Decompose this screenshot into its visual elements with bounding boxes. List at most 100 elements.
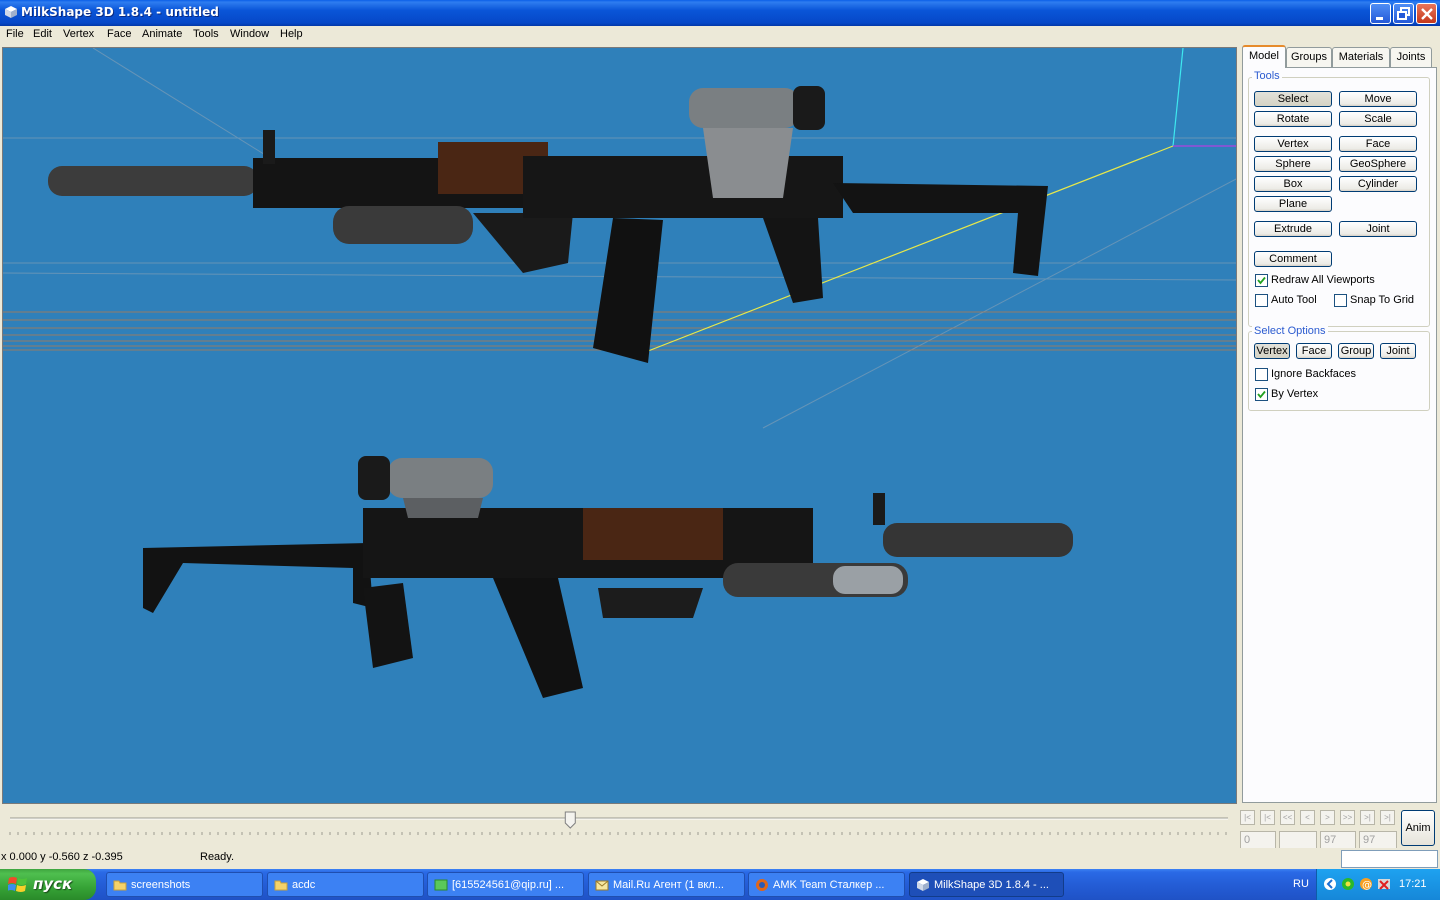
tab-materials[interactable]: Materials	[1332, 47, 1390, 67]
select-group-button[interactable]: Group	[1338, 343, 1374, 359]
next-frame-icon: >	[1325, 813, 1330, 822]
anim-button[interactable]: Anim	[1401, 810, 1435, 846]
windows-logo-icon	[8, 877, 27, 892]
status-message: Ready.	[200, 851, 235, 863]
select-button[interactable]: Select	[1254, 91, 1332, 107]
checkmark-icon	[1257, 276, 1266, 285]
last-frame-button[interactable]: >|	[1380, 810, 1395, 825]
start-label: пуск	[33, 875, 73, 893]
first-frame-button[interactable]: |<	[1240, 810, 1255, 825]
scale-button[interactable]: Scale	[1339, 111, 1417, 127]
auto-tool-checkbox[interactable]	[1255, 294, 1268, 307]
redraw-all-checkbox[interactable]	[1255, 274, 1268, 287]
tools-group-label: Tools	[1252, 70, 1282, 82]
mailru-at-icon[interactable]: @	[1359, 877, 1373, 891]
face-button[interactable]: Face	[1339, 136, 1417, 152]
box-button[interactable]: Box	[1254, 176, 1332, 192]
menu-file[interactable]: File	[6, 28, 24, 40]
menu-animate[interactable]: Animate	[142, 28, 182, 40]
extrude-button[interactable]: Extrude	[1254, 221, 1332, 237]
cylinder-button[interactable]: Cylinder	[1339, 176, 1417, 192]
fast-forward-button[interactable]: >>	[1340, 810, 1355, 825]
tool-panel: Model Groups Materials Joints Tools Sele…	[1240, 45, 1440, 805]
task-label: MilkShape 3D 1.8.4 - ...	[934, 879, 1049, 891]
network-error-icon[interactable]	[1377, 877, 1391, 891]
task-acdc[interactable]: acdc	[267, 872, 424, 897]
task-firefox[interactable]: AMK Team Сталкер ...	[748, 872, 905, 897]
menu-edit[interactable]: Edit	[33, 28, 52, 40]
timeline-slider-track[interactable]	[0, 806, 1240, 846]
by-vertex-checkbox[interactable]	[1255, 388, 1268, 401]
menu-vertex[interactable]: Vertex	[63, 28, 94, 40]
select-vertex-button[interactable]: Vertex	[1254, 343, 1290, 359]
start-button[interactable]: пуск	[0, 869, 96, 900]
by-vertex-label: By Vertex	[1271, 388, 1319, 400]
svg-text:@: @	[1362, 880, 1372, 891]
checkmark-icon	[1257, 390, 1266, 399]
restore-icon	[1397, 7, 1410, 20]
model-tab-body: Tools Select Move Rotate Scale Vertex Fa…	[1242, 67, 1437, 803]
icq-flower-icon[interactable]	[1341, 877, 1355, 891]
task-screenshots[interactable]: screenshots	[106, 872, 263, 897]
menu-help[interactable]: Help	[280, 28, 303, 40]
folder-icon	[274, 880, 288, 891]
status-bar: x 0.000 y -0.560 z -0.395 Ready.	[0, 848, 1440, 869]
menu-window[interactable]: Window	[230, 28, 269, 40]
task-qip[interactable]: [615524561@qip.ru] ...	[427, 872, 584, 897]
close-button[interactable]	[1416, 3, 1437, 24]
window-title: MilkShape 3D 1.8.4 - untitled	[21, 5, 219, 19]
menu-tools[interactable]: Tools	[193, 28, 219, 40]
task-label: screenshots	[131, 879, 191, 891]
redraw-all-label: Redraw All Viewports	[1271, 274, 1375, 286]
minimize-icon	[1376, 17, 1383, 20]
close-icon	[1421, 8, 1433, 20]
geosphere-button[interactable]: GeoSphere	[1339, 156, 1417, 172]
envelope-icon	[595, 880, 609, 891]
menu-face[interactable]: Face	[107, 28, 131, 40]
prev-frame-icon: <	[1305, 813, 1310, 822]
task-milkshape[interactable]: MilkShape 3D 1.8.4 - ...	[909, 872, 1064, 897]
viewport-scene	[3, 48, 1236, 698]
firefox-icon	[756, 879, 768, 891]
timeline-slider-thumb[interactable]	[564, 811, 576, 829]
rifle-model-bottom	[143, 456, 1073, 698]
task-mailru-agent[interactable]: Mail.Ru Агент (1 вкл...	[588, 872, 745, 897]
language-indicator[interactable]: RU	[1293, 878, 1309, 890]
select-face-button[interactable]: Face	[1296, 343, 1332, 359]
select-options-label: Select Options	[1252, 325, 1328, 337]
prev-frame-button[interactable]: <	[1300, 810, 1315, 825]
task-label: acdc	[292, 879, 316, 891]
task-label: Mail.Ru Агент (1 вкл...	[613, 879, 724, 891]
menu-bar: File Edit Vertex Face Animate Tools Wind…	[0, 26, 1440, 45]
select-joint-button[interactable]: Joint	[1380, 343, 1416, 359]
restore-button[interactable]	[1393, 3, 1414, 24]
ignore-backfaces-checkbox[interactable]	[1255, 368, 1268, 381]
folder-icon	[113, 880, 127, 891]
minimize-button[interactable]	[1370, 3, 1391, 24]
prev-key-button[interactable]: |<	[1260, 810, 1275, 825]
milkshape-cube-icon	[5, 6, 17, 18]
rotate-button[interactable]: Rotate	[1254, 111, 1332, 127]
3d-viewport[interactable]	[2, 47, 1237, 804]
title-bar[interactable]: MilkShape 3D 1.8.4 - untitled	[0, 0, 1440, 26]
status-field	[1341, 850, 1438, 868]
joint-button[interactable]: Joint	[1339, 221, 1417, 237]
snap-to-grid-label: Snap To Grid	[1350, 294, 1415, 306]
vertex-button[interactable]: Vertex	[1254, 136, 1332, 152]
next-frame-button[interactable]: >	[1320, 810, 1335, 825]
tab-joints[interactable]: Joints	[1390, 47, 1432, 67]
next-key-button[interactable]: >|	[1360, 810, 1375, 825]
clock: 17:21	[1399, 878, 1427, 890]
plane-button[interactable]: Plane	[1254, 196, 1332, 212]
system-tray: @ 17:21	[1316, 869, 1440, 900]
sphere-button[interactable]: Sphere	[1254, 156, 1332, 172]
move-button[interactable]: Move	[1339, 91, 1417, 107]
tab-groups[interactable]: Groups	[1286, 47, 1332, 67]
comment-button[interactable]: Comment	[1254, 251, 1332, 267]
snap-to-grid-checkbox[interactable]	[1334, 294, 1347, 307]
tab-model[interactable]: Model	[1242, 45, 1286, 68]
rewind-button[interactable]: <<	[1280, 810, 1295, 825]
first-frame-icon: |<	[1244, 813, 1251, 822]
axis-cyan	[1172, 48, 1184, 147]
back-arrow-icon[interactable]	[1323, 877, 1337, 891]
